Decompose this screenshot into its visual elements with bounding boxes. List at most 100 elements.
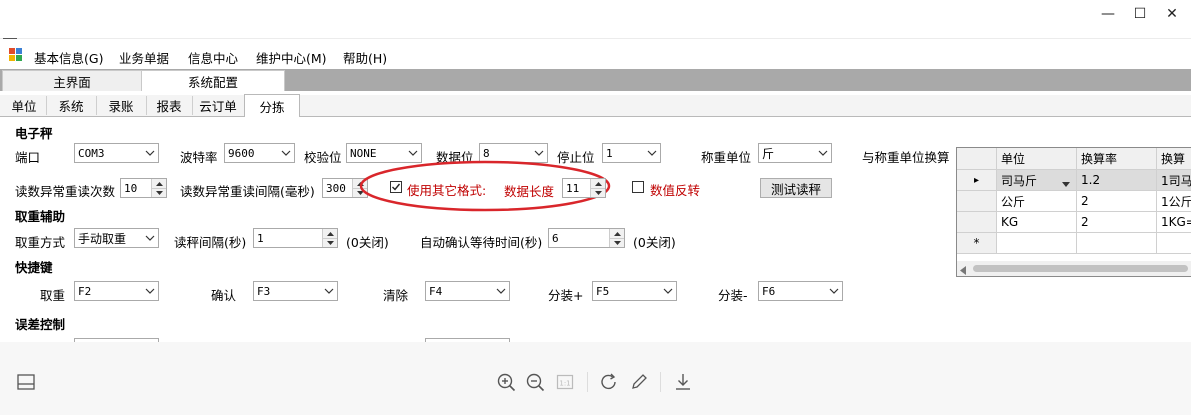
tab-main-screen[interactable]: 主界面 bbox=[2, 70, 142, 92]
grid-horizontal-scrollbar[interactable] bbox=[957, 261, 1191, 276]
chevron-down-icon bbox=[141, 282, 158, 300]
retry-count-spinner[interactable]: 10 bbox=[120, 178, 167, 198]
read-interval-label: 读秤间隔(秒) bbox=[174, 235, 247, 250]
menu-info-center[interactable]: 信息中心 bbox=[188, 48, 238, 67]
auto-confirm-label: 自动确认等待时间(秒) bbox=[420, 235, 543, 250]
svg-text:1:1: 1:1 bbox=[559, 380, 570, 388]
grid-cell-convert[interactable]: 1KG= bbox=[1157, 212, 1191, 233]
menu-business-docs[interactable]: 业务单据 bbox=[119, 48, 169, 67]
close-button[interactable]: ✕ bbox=[1155, 0, 1189, 28]
grid-cell-unit[interactable]: 公斤 bbox=[997, 191, 1077, 212]
spin-down-icon[interactable] bbox=[591, 188, 605, 197]
shortcut-weigh-combo[interactable]: F2 bbox=[74, 281, 159, 301]
subtab-report[interactable]: 报表 bbox=[146, 96, 193, 115]
shortcut-pack-plus-combo[interactable]: F5 bbox=[592, 281, 677, 301]
section-shortcuts: 快捷键 bbox=[15, 260, 53, 275]
grid-cell-convert[interactable]: 1公斤 bbox=[1157, 191, 1191, 212]
auto-confirm-note: (0关闭) bbox=[633, 235, 676, 250]
new-row-marker: * bbox=[957, 233, 997, 254]
subtab-cloud-order[interactable]: 云订单 bbox=[192, 96, 245, 115]
shortcut-label-clear: 清除 bbox=[383, 288, 409, 303]
chevron-down-icon bbox=[492, 282, 509, 300]
grid-new-cell[interactable] bbox=[997, 233, 1077, 254]
download-icon[interactable] bbox=[673, 372, 693, 392]
grid-new-cell[interactable] bbox=[1077, 233, 1157, 254]
sidebar-toggle-icon[interactable] bbox=[16, 372, 36, 392]
spin-down-icon[interactable] bbox=[323, 238, 337, 247]
subtab-sorting[interactable]: 分拣 bbox=[244, 94, 300, 118]
weigh-unit-label: 称重单位 bbox=[701, 150, 752, 165]
tab-system-config[interactable]: 系统配置 bbox=[141, 70, 285, 92]
grid-cell-convert[interactable]: 1司马 bbox=[1157, 170, 1191, 191]
menu-help[interactable]: 帮助(H) bbox=[343, 48, 387, 67]
port-value: COM3 bbox=[78, 146, 105, 160]
grid-header-unit[interactable]: 单位 bbox=[997, 148, 1077, 170]
weigh-mode-combo[interactable]: 手动取重 bbox=[74, 228, 159, 248]
menu-basic-info[interactable]: 基本信息(G) bbox=[34, 48, 103, 67]
grid-cell-unit[interactable]: 司马斤 bbox=[997, 170, 1077, 191]
grid-cell-rate[interactable]: 2 bbox=[1077, 191, 1157, 212]
app-icon bbox=[9, 48, 23, 62]
retry-count-label: 读数异常重读次数 bbox=[15, 184, 116, 199]
other-format-checkbox[interactable] bbox=[390, 181, 402, 193]
grid-cell-unit[interactable]: KG bbox=[997, 212, 1077, 233]
viewer-toolbar bbox=[0, 342, 1191, 415]
weigh-unit-value: 斤 bbox=[762, 146, 775, 161]
menu-bar: 基本信息(G) 业务单据 信息中心 维护中心(M) 帮助(H) bbox=[0, 44, 1191, 68]
minimize-button[interactable]: — bbox=[1091, 0, 1125, 28]
subtab-unit[interactable]: 单位 bbox=[2, 96, 47, 115]
data-length-spinner[interactable]: 11 bbox=[562, 178, 606, 198]
weigh-unit-combo[interactable]: 斤 bbox=[758, 143, 832, 163]
spin-down-icon[interactable] bbox=[152, 188, 166, 197]
shortcut-weigh-value: F2 bbox=[78, 284, 92, 298]
retry-count-value: 10 bbox=[124, 181, 138, 195]
shortcut-confirm-combo[interactable]: F3 bbox=[253, 281, 338, 301]
section-error-control: 误差控制 bbox=[15, 317, 66, 332]
invert-checkbox[interactable] bbox=[632, 181, 644, 193]
retry-interval-label: 读数异常重读间隔(毫秒) bbox=[180, 184, 315, 199]
retry-interval-value: 300 bbox=[326, 181, 346, 195]
baud-label: 波特率 bbox=[180, 150, 218, 165]
weigh-mode-value: 手动取重 bbox=[78, 231, 127, 246]
zoom-in-icon[interactable] bbox=[496, 372, 516, 392]
grid-cell-rate[interactable]: 2 bbox=[1077, 212, 1157, 233]
title-separator bbox=[0, 38, 1191, 39]
databits-value: 8 bbox=[483, 146, 490, 160]
grid-header-rate[interactable]: 换算率 bbox=[1077, 148, 1157, 170]
chevron-down-icon bbox=[814, 144, 831, 162]
menu-maintenance[interactable]: 维护中心(M) bbox=[256, 48, 327, 67]
spin-down-icon[interactable] bbox=[610, 238, 624, 247]
window-frame-mark bbox=[3, 38, 17, 39]
test-scale-button[interactable]: 测试读秤 bbox=[760, 178, 832, 198]
scroll-left-icon[interactable] bbox=[960, 264, 966, 278]
read-interval-spinner[interactable]: 1 bbox=[253, 228, 338, 248]
auto-confirm-value: 6 bbox=[552, 231, 559, 245]
rotate-icon[interactable] bbox=[599, 372, 619, 392]
subtab-system[interactable]: 系统 bbox=[46, 96, 97, 115]
chevron-down-icon bbox=[320, 282, 337, 300]
grid-row-header bbox=[957, 212, 997, 233]
zoom-out-icon[interactable] bbox=[525, 372, 545, 392]
grid-header-convert[interactable]: 换算 bbox=[1157, 148, 1191, 170]
fit-page-icon[interactable]: 1:1 bbox=[555, 372, 575, 392]
close-icon: ✕ bbox=[1166, 6, 1178, 22]
shortcut-clear-combo[interactable]: F4 bbox=[425, 281, 510, 301]
edit-icon[interactable] bbox=[629, 372, 649, 392]
chevron-down-icon[interactable] bbox=[1062, 176, 1070, 190]
port-combo[interactable]: COM3 bbox=[74, 143, 159, 163]
data-length-value: 11 bbox=[566, 181, 580, 195]
maximize-button[interactable]: ☐ bbox=[1123, 0, 1157, 28]
toolbar-divider bbox=[587, 372, 588, 392]
scroll-thumb[interactable] bbox=[973, 265, 1188, 272]
baud-value: 9600 bbox=[228, 146, 255, 160]
auto-confirm-spinner[interactable]: 6 bbox=[548, 228, 625, 248]
grid-new-cell[interactable] bbox=[1157, 233, 1191, 254]
subtab-bookkeeping[interactable]: 录账 bbox=[96, 96, 147, 115]
grid-cell-unit-text: 司马斤 bbox=[1001, 173, 1038, 188]
invert-label: 数值反转 bbox=[650, 183, 701, 198]
chevron-down-icon bbox=[141, 229, 158, 247]
grid-cell-rate[interactable]: 1.2 bbox=[1077, 170, 1157, 191]
unit-convert-grid[interactable]: 单位 换算率 换算 ▸ 司马斤 1.2 1司马 公斤 2 1公斤 KG 2 1K… bbox=[956, 147, 1191, 277]
shortcut-pack-minus-combo[interactable]: F6 bbox=[758, 281, 843, 301]
baud-combo[interactable]: 9600 bbox=[224, 143, 295, 163]
